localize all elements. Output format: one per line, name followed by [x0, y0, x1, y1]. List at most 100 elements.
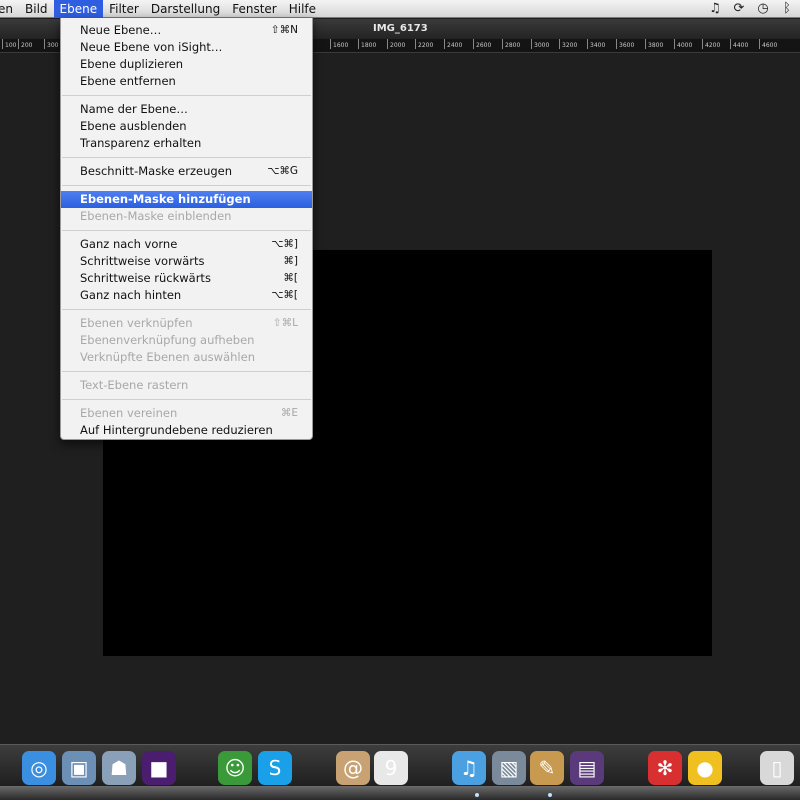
ruler-tick-label: 2800: [501, 39, 521, 49]
menu-item-label: Name der Ebene…: [80, 102, 188, 116]
menu-item-label: Ebenen-Maske hinzufügen: [80, 192, 251, 206]
menu-item-neue-ebene[interactable]: Neue Ebene… ⇧⌘N: [61, 22, 312, 39]
sync-icon[interactable]: ⟳: [732, 2, 746, 16]
menu-ebene[interactable]: Ebene: [53, 0, 104, 18]
menu-item-label: Text-Ebene rastern: [80, 378, 189, 392]
purple-app-icon[interactable]: ■: [142, 751, 176, 785]
menu-item-ebene-ausblenden[interactable]: Ebene ausblenden: [61, 118, 312, 135]
menu-fenster[interactable]: Fenster: [226, 0, 283, 18]
menu-item-shortcut: ⇧⌘N: [270, 24, 298, 36]
menu-item-label: Ebenenverknüpfung aufheben: [80, 333, 255, 347]
skype-icon[interactable]: S: [258, 751, 292, 785]
menu-item-ebenen-verknüpfen: Ebenen verknüpfen ⇧⌘L: [61, 315, 312, 332]
preview-icon[interactable]: ▣: [62, 751, 96, 785]
menu-partial[interactable]: en: [0, 0, 19, 18]
running-indicator: [548, 793, 552, 797]
ruler-tick-label: 3400: [586, 39, 606, 49]
menu-item-label: Neue Ebene…: [80, 23, 162, 37]
ebene-dropdown-menu: Neue Ebene… ⇧⌘N Neue Ebene von iSight… Eben…: [60, 18, 313, 440]
menu-item-label: Transparenz erhalten: [80, 136, 202, 150]
documents-stack-icon[interactable]: ▯: [760, 751, 794, 785]
menu-separator: [62, 185, 311, 186]
menu-hilfe[interactable]: Hilfe: [283, 0, 322, 18]
menu-item-ebenenverknüpfung-aufheben: Ebenenverknüpfung aufheben: [61, 332, 312, 349]
menu-item-label: Ganz nach vorne: [80, 237, 178, 251]
menu-item-ebene-duplizieren[interactable]: Ebene duplizieren: [61, 56, 312, 73]
ruler-tick-label: 2200: [414, 39, 434, 49]
menu-item-label: Ebenen verknüpfen: [80, 316, 193, 330]
ruler-tick-label: 2000: [386, 39, 406, 49]
menu-item-label: Schrittweise vorwärts: [80, 254, 205, 268]
menu-item-beschnitt-maske-erzeugen[interactable]: Beschnitt-Maske erzeugen ⌥⌘G: [61, 163, 312, 180]
ruler-tick-label: 4200: [701, 39, 721, 49]
menu-item-label: Ebenen-Maske einblenden: [80, 209, 232, 223]
menu-separator: [62, 399, 311, 400]
menu-item-ebenen-maske-einblenden: Ebenen-Maske einblenden: [61, 208, 312, 225]
ruler-tick-label: 100: [1, 39, 17, 49]
dock: ◎ ▣ ☗ ■ ☺ S @9 ♫ ▧ ✎ ▤ ✻ ● ▯: [0, 744, 800, 800]
menu-item-shortcut: ⌥⌘G: [267, 165, 298, 177]
menu-separator: [62, 371, 311, 372]
menu-item-ebene-entfernen[interactable]: Ebene entfernen: [61, 73, 312, 90]
bluetooth-icon[interactable]: ᛒ: [780, 2, 794, 16]
android-figure-icon[interactable]: ☺: [218, 751, 252, 785]
ruler-tick-label: 2400: [443, 39, 463, 49]
menu-separator: [62, 309, 311, 310]
status-area: ♫ ⟳ ◷ ᛒ: [708, 0, 794, 18]
red-ladybug-icon[interactable]: ✻: [648, 751, 682, 785]
cyberduck-icon[interactable]: ●: [688, 751, 722, 785]
menu-item-ganz-nach-vorne[interactable]: Ganz nach vorne ⌥⌘]: [61, 236, 312, 253]
address-book-icon[interactable]: @: [336, 751, 370, 785]
menubar: en Bild Ebene Filter Darstellung Fenster…: [0, 0, 800, 18]
ruler-tick-label: 1800: [357, 39, 377, 49]
ruler-tick-label: 200: [17, 39, 33, 49]
menu-item-label: Auf Hintergrundebene reduzieren: [80, 423, 273, 437]
menu-item-label: Beschnitt-Maske erzeugen: [80, 164, 233, 178]
ruler-tick-label: 300: [43, 39, 59, 49]
dark-app-icon[interactable]: ▤: [570, 751, 604, 785]
menu-item-name-der-ebene[interactable]: Name der Ebene…: [61, 101, 312, 118]
menu-item-transparenz-erhalten[interactable]: Transparenz erhalten: [61, 135, 312, 152]
pixelmator-icon[interactable]: ✎: [530, 751, 564, 785]
menu-darstellung[interactable]: Darstellung: [145, 0, 226, 18]
menu-item-ganz-nach-hinten[interactable]: Ganz nach hinten ⌥⌘[: [61, 287, 312, 304]
time-machine-icon[interactable]: ◷: [756, 2, 770, 16]
menu-item-verknüpfte-ebenen-auswählen: Verknüpfte Ebenen auswählen: [61, 349, 312, 366]
menu-item-label: Ebene entfernen: [80, 74, 176, 88]
ruler-tick-label: 4600: [758, 39, 778, 49]
ruler-tick-label: 2600: [472, 39, 492, 49]
menu-item-shortcut: ⌘E: [280, 407, 298, 419]
running-indicator: [475, 793, 479, 797]
iphoto-icon[interactable]: ▧: [492, 751, 526, 785]
ruler-tick-label: 3600: [615, 39, 635, 49]
safari-icon[interactable]: ◎: [22, 751, 56, 785]
menu-separator: [62, 157, 311, 158]
ruler-tick-label: 4400: [729, 39, 749, 49]
menu-item-ebenen-vereinen: Ebenen vereinen ⌘E: [61, 405, 312, 422]
menu-item-ebenen-maske-hinzufügen[interactable]: Ebenen-Maske hinzufügen: [61, 191, 312, 208]
menu-item-neue-ebene-von-isight[interactable]: Neue Ebene von iSight…: [61, 39, 312, 56]
itunes-icon[interactable]: ♫: [452, 751, 486, 785]
ruler-tick-label: 3200: [558, 39, 578, 49]
menu-item-label: Ganz nach hinten: [80, 288, 182, 302]
menu-item-label: Verknüpfte Ebenen auswählen: [80, 350, 255, 364]
menu-item-label: Neue Ebene von iSight…: [80, 40, 223, 54]
menu-filter[interactable]: Filter: [103, 0, 145, 18]
menu-bild[interactable]: Bild: [19, 0, 54, 18]
directory-utility-icon[interactable]: ☗: [102, 751, 136, 785]
menu-item-auf-hintergrundebene-reduzieren[interactable]: Auf Hintergrundebene reduzieren: [61, 422, 312, 439]
menu-item-schrittweise-vorwärts[interactable]: Schrittweise vorwärts ⌘]: [61, 253, 312, 270]
menu-item-text-ebene-rastern: Text-Ebene rastern: [61, 377, 312, 394]
ruler-tick-label: 3800: [644, 39, 664, 49]
calendar-icon[interactable]: 9: [374, 751, 408, 785]
menu-item-label: Ebene ausblenden: [80, 119, 187, 133]
music-note-icon[interactable]: ♫: [708, 2, 722, 16]
menu-item-schrittweise-rückwärts[interactable]: Schrittweise rückwärts ⌘[: [61, 270, 312, 287]
menu-separator: [62, 95, 311, 96]
ruler-tick-label: 3000: [530, 39, 550, 49]
ruler-tick-label: 1600: [329, 39, 349, 49]
menu-item-shortcut: ⌘[: [283, 272, 298, 284]
menu-item-shortcut: ⌥⌘]: [271, 238, 298, 250]
menu-item-label: Ebene duplizieren: [80, 57, 184, 71]
dock-shelf: [0, 786, 800, 800]
